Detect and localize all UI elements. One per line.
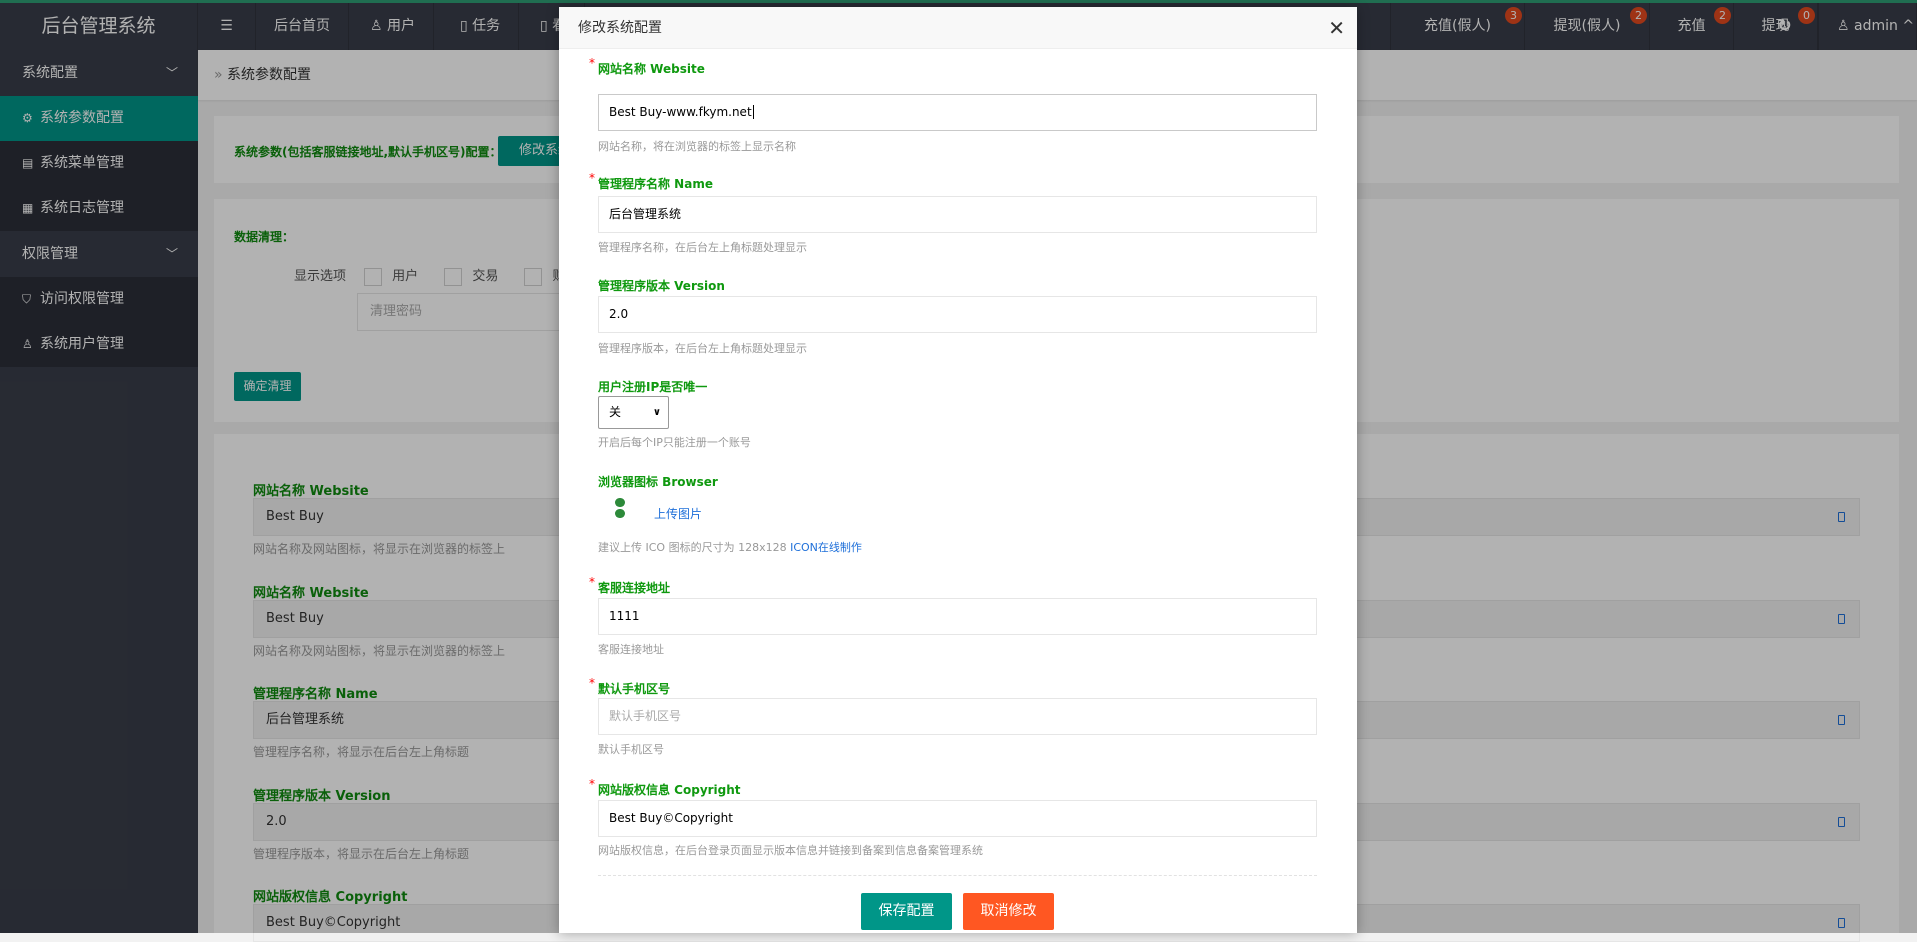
name-input[interactable]: 后台管理系统 xyxy=(598,196,1317,233)
version-label: 管理程序版本 Version xyxy=(598,279,725,293)
website-input[interactable]: Best Buy-www.fkym.net xyxy=(598,94,1317,131)
copyright-input[interactable]: Best Buy©Copyright xyxy=(598,800,1317,837)
version-input[interactable]: 2.0 xyxy=(598,296,1317,333)
icon-maker-link[interactable]: ICON在线制作 xyxy=(790,541,862,554)
save-config-button[interactable]: 保存配置 xyxy=(861,893,952,930)
chevron-down-icon: ∨ xyxy=(652,407,661,418)
modal-header: 修改系统配置 ✕ xyxy=(559,7,1357,49)
favicon-preview xyxy=(613,498,627,520)
name-label: * 管理程序名称 Name xyxy=(589,171,713,191)
phone-code-label: * 默认手机区号 xyxy=(589,676,671,696)
browser-icon-help: 建议上传 ICO 图标的尺寸为 128x128 ICON在线制作 xyxy=(598,541,862,554)
service-url-label: * 客服连接地址 xyxy=(589,575,671,595)
service-url-input[interactable]: 1111 xyxy=(598,598,1317,635)
cancel-edit-button[interactable]: 取消修改 xyxy=(963,893,1054,930)
close-icon[interactable]: ✕ xyxy=(1328,7,1345,49)
phone-code-input[interactable]: 默认手机区号 xyxy=(598,698,1317,735)
upload-image-link[interactable]: 上传图片 xyxy=(654,505,702,522)
ip-unique-label: 用户注册IP是否唯一 xyxy=(598,380,708,394)
copyright-label: * 网站版权信息 Copyright xyxy=(589,777,741,797)
ip-unique-select[interactable]: 关 ∨ xyxy=(598,396,669,429)
divider xyxy=(598,875,1317,876)
edit-config-modal: 修改系统配置 ✕ * 网站名称 Website Best Buy-www.fkym.… xyxy=(559,7,1357,933)
browser-icon-label: 浏览器图标 Browser xyxy=(598,475,718,489)
website-label: * 网站名称 Website xyxy=(589,56,705,76)
